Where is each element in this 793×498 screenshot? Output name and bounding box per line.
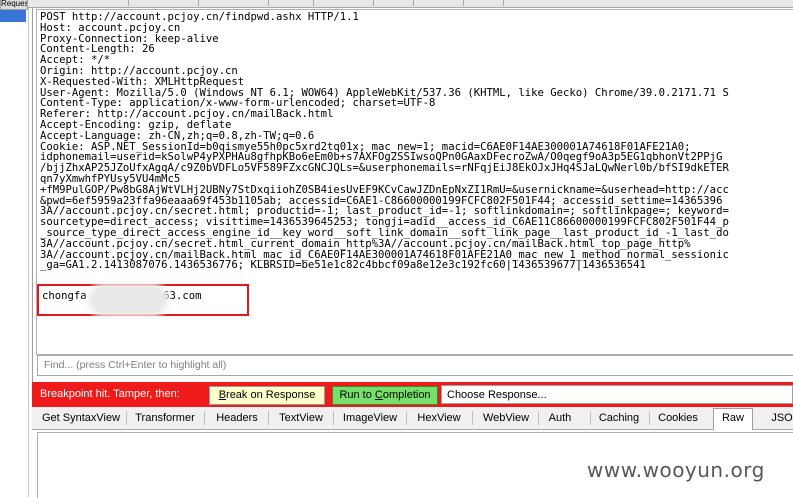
tab-hexview[interactable]: HexView: [410, 409, 468, 427]
response-inspector-tabs: Get SyntaxView Transformer Headers TextV…: [32, 407, 793, 430]
tab-top-1[interactable]: [68, 0, 129, 6]
tab-top-7[interactable]: [413, 0, 464, 6]
request-body-highlight: chongfa 40163.com: [37, 284, 249, 316]
tab-top-4[interactable]: [268, 0, 314, 6]
tab-auth[interactable]: Auth: [542, 409, 578, 427]
redaction-blur: [91, 287, 165, 313]
tab-top-8[interactable]: [463, 0, 504, 6]
find-input[interactable]: Find... (press Ctrl+Enter to highlight a…: [37, 355, 793, 376]
tab-top-5[interactable]: [313, 0, 374, 6]
tab-imageview[interactable]: ImageView: [337, 409, 403, 427]
tab-headers[interactable]: Headers: [208, 409, 266, 427]
tab-top-6[interactable]: [373, 0, 414, 6]
break-label-post: reak on Response: [226, 389, 316, 401]
raw-request-editor[interactable]: POST http://account.pcjoy.cn/findpwd.ash…: [36, 9, 793, 355]
tab-top-3[interactable]: [198, 0, 269, 6]
run-label-pre: Run to: [339, 389, 375, 401]
break-on-response-button[interactable]: Break on Response: [209, 386, 325, 405]
breakpoint-bar: Breakpoint hit. Tamper, then: Break on R…: [32, 382, 793, 407]
find-placeholder: Find... (press Ctrl+Enter to highlight a…: [44, 359, 227, 371]
tab-cookies[interactable]: Cookies: [653, 409, 703, 427]
tab-textview[interactable]: TextView: [272, 409, 330, 427]
raw-request-line: _ga=GA1.2.1413087076.1436536776; KLBRSID…: [40, 259, 646, 272]
left-panel-tab[interactable]: Request: [0, 0, 28, 10]
tab-webview[interactable]: WebView: [476, 409, 536, 427]
tab-transformer[interactable]: Transformer: [130, 409, 200, 427]
tab-raw[interactable]: Raw: [713, 408, 753, 430]
tab-top-2[interactable]: [128, 0, 199, 6]
run-to-completion-button[interactable]: Run to Completion: [332, 386, 438, 405]
raw-request-text[interactable]: POST http://account.pcjoy.cn/findpwd.ash…: [40, 12, 793, 271]
selected-session-row[interactable]: [0, 10, 26, 22]
run-label-post: ompletion: [382, 389, 431, 401]
watermark: www.wooyun.org: [587, 458, 765, 482]
tab-json[interactable]: JSON: [766, 409, 793, 427]
tab-caching[interactable]: Caching: [594, 409, 644, 427]
breakpoint-status: Breakpoint hit. Tamper, then:: [40, 388, 180, 400]
choose-response-dropdown[interactable]: Choose Response...: [441, 385, 793, 404]
break-label-accel: B: [218, 389, 227, 401]
run-label-accel: C: [374, 389, 383, 401]
tab-get-syntaxview[interactable]: Get SyntaxView: [38, 409, 124, 427]
session-list-lower: [0, 380, 29, 497]
